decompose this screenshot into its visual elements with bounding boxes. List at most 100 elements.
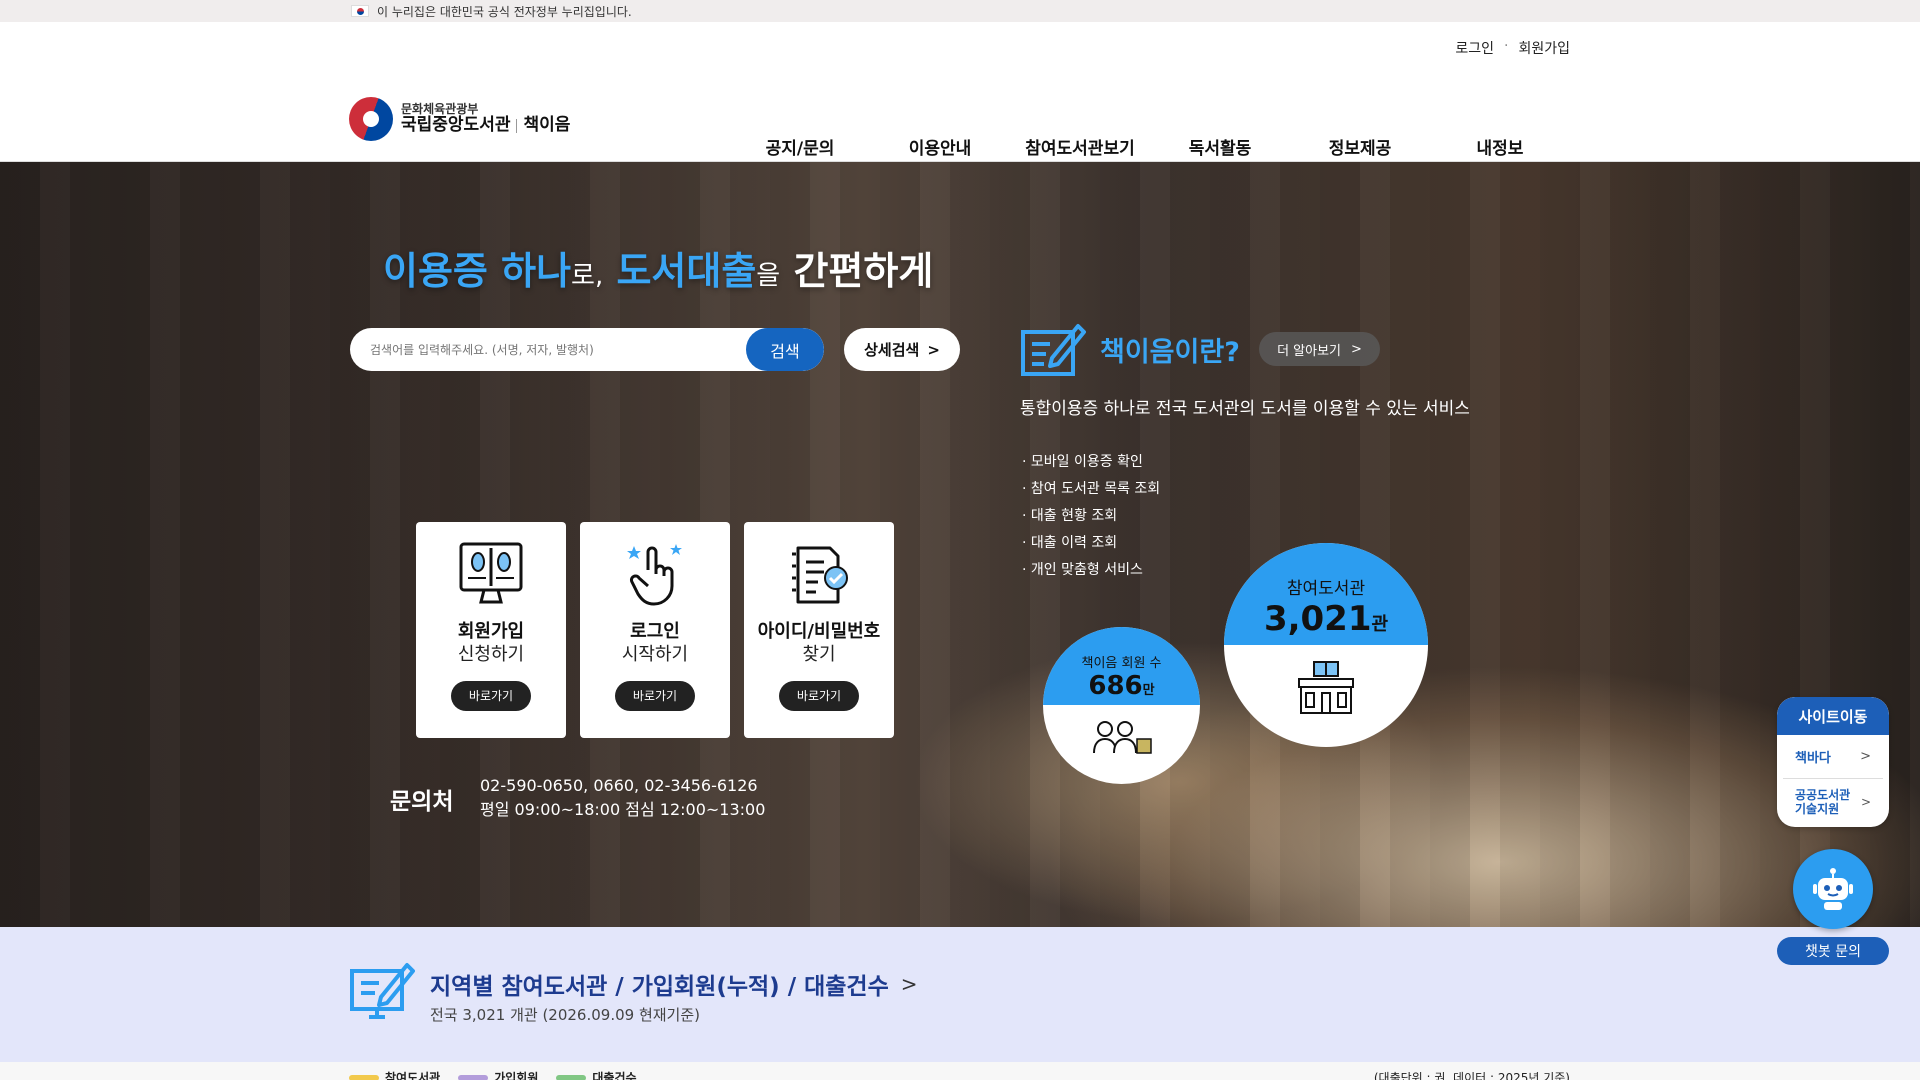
detail-search-button[interactable]: 상세검색 > xyxy=(844,328,960,371)
card-find-id-title: 아이디/비밀번호 xyxy=(757,621,881,642)
search-input[interactable] xyxy=(350,328,746,371)
government-emblem-icon xyxy=(349,97,393,141)
chevron-right-icon: > xyxy=(1860,749,1871,764)
libraries-value: 3,021 xyxy=(1263,599,1372,639)
headline-part5: 간편하게 xyxy=(793,249,934,293)
learn-more-label: 더 알아보기 xyxy=(1277,343,1342,359)
nav-notice[interactable]: 공지/문의 xyxy=(730,134,870,159)
members-label: 책이음 회원 수 xyxy=(1081,656,1162,671)
nav-libraries[interactable]: 참여도서관보기 xyxy=(1010,134,1150,159)
legend-item: 참여도서관 xyxy=(349,1069,440,1080)
util-separator: · xyxy=(1504,38,1509,54)
libraries-label: 참여도서관 xyxy=(1286,579,1366,599)
quick-link-chaekbada[interactable]: 책바다 > xyxy=(1783,735,1883,779)
chatbot-button[interactable] xyxy=(1793,849,1873,929)
util-links: 로그인 · 회원가입 xyxy=(1455,38,1570,58)
site-header: 문화체육관광부 국립중앙도서관 책이음 공지/문의 이용안내 참여도서관보기 독… xyxy=(0,22,1920,162)
feature-item: · 개인 맞춤형 서비스 xyxy=(1022,562,1143,578)
about-description: 통합이용증 하나로 전국 도서관의 도서를 이용할 수 있는 서비스 xyxy=(1020,399,1470,419)
region-title: 지역별 참여도서관 / 가입회원(누적) / 대출건수 xyxy=(430,974,889,1000)
members-unit: 만 xyxy=(1142,683,1155,698)
logo-service: 책이음 xyxy=(523,115,571,136)
nav-reading[interactable]: 독서활동 xyxy=(1150,134,1290,159)
chatbot-label[interactable]: 챗봇 문의 xyxy=(1777,937,1889,965)
members-stat: 책이음 회원 수 686만 xyxy=(1043,627,1200,784)
nav-mypage[interactable]: 내정보 xyxy=(1430,134,1570,159)
korea-flag-icon xyxy=(351,5,369,17)
hero-headline: 이용증 하나로, 도서대출을 간편하게 xyxy=(383,240,933,295)
region-subtitle: 전국 3,021 개관 (2026.09.09 현재기준) xyxy=(430,1006,701,1024)
library-building-icon xyxy=(1298,661,1354,714)
about-title: 책이음이란? xyxy=(1100,337,1240,368)
card-signup[interactable]: 회원가입 신청하기 바로가기 xyxy=(416,522,566,738)
card-find-id[interactable]: 아이디/비밀번호 찾기 바로가기 xyxy=(744,522,894,738)
people-icon xyxy=(1092,721,1152,754)
members-value: 686 xyxy=(1088,671,1143,701)
book-monitor-icon xyxy=(459,542,523,604)
card-login-button[interactable]: 바로가기 xyxy=(615,680,695,711)
chart-legend: 참여도서관 가입회원 대출건수 xyxy=(349,1069,637,1080)
legend-item: 가입회원 xyxy=(458,1069,538,1080)
headline-part1: 이용증 하나 xyxy=(383,249,572,293)
search-box: 검색 xyxy=(350,328,824,371)
card-login-title: 로그인 xyxy=(630,621,680,642)
card-signup-sub: 신청하기 xyxy=(457,644,525,666)
headline-part2: 로, xyxy=(571,261,604,291)
chevron-right-icon: > xyxy=(1351,341,1362,357)
chevron-right-icon: > xyxy=(1860,794,1871,809)
libraries-stat: 참여도서관 3,021관 xyxy=(1224,543,1428,747)
signup-link[interactable]: 회원가입 xyxy=(1518,38,1570,58)
feature-item: · 대출 이력 조회 xyxy=(1022,535,1118,551)
chevron-right-icon: > xyxy=(900,972,918,996)
quick-link-label: 공공도서관 기술지원 xyxy=(1795,787,1851,816)
card-find-id-button[interactable]: 바로가기 xyxy=(779,680,859,711)
headline-part4: 을 xyxy=(756,261,781,291)
libraries-unit: 관 xyxy=(1371,614,1389,635)
headline-part3: 도서대출 xyxy=(616,249,757,293)
legend-swatch xyxy=(458,1074,489,1080)
legend-note: (대출단위 : 권, 데이터 : 2025년 기준) xyxy=(1373,1071,1570,1080)
nav-info[interactable]: 정보제공 xyxy=(1290,134,1430,159)
legend-item: 대출건수 xyxy=(556,1069,637,1080)
edit-document-icon xyxy=(1021,324,1086,376)
chevron-right-icon: > xyxy=(927,340,940,359)
learn-more-button[interactable]: 더 알아보기 > xyxy=(1259,332,1380,366)
quick-link-label: 책바다 xyxy=(1795,751,1831,766)
search-button[interactable]: 검색 xyxy=(746,328,824,371)
logo-library: 국립중앙도서관 xyxy=(401,115,511,136)
feature-list: · 모바일 이용증 확인 · 참여 도서관 목록 조회 · 대출 현황 조회 ·… xyxy=(1022,449,1160,584)
hand-pointer-icon xyxy=(627,544,682,606)
hero-section: 이용증 하나로, 도서대출을 간편하게 검색 상세검색 > 회원가입 신청하기 … xyxy=(0,162,1920,927)
legend-swatch xyxy=(556,1074,587,1080)
region-section: 지역별 참여도서관 / 가입회원(누적) / 대출건수 > 전국 3,021 개… xyxy=(0,927,1920,1062)
contact-hours: 평일 09:00~18:00 점심 12:00~13:00 xyxy=(480,800,766,819)
logo-divider xyxy=(516,118,518,133)
region-stats-link[interactable]: 지역별 참여도서관 / 가입회원(누적) / 대출건수 > xyxy=(430,967,918,1001)
card-login-sub: 시작하기 xyxy=(621,644,689,666)
gov-banner: 이 누리집은 대한민국 공식 전자정부 누리집입니다. xyxy=(0,0,1920,22)
card-signup-title: 회원가입 xyxy=(457,621,525,642)
nav-guide[interactable]: 이용안내 xyxy=(870,134,1010,159)
monitor-edit-icon xyxy=(350,963,415,1019)
main-nav: 공지/문의 이용안내 참여도서관보기 독서활동 정보제공 내정보 xyxy=(730,134,1570,159)
gov-banner-text: 이 누리집은 대한민국 공식 전자정부 누리집입니다. xyxy=(377,4,632,19)
site-move-panel: 사이트이동 책바다 > 공공도서관 기술지원 > xyxy=(1777,697,1889,827)
card-login[interactable]: 로그인 시작하기 바로가기 xyxy=(580,522,730,738)
site-logo[interactable]: 문화체육관광부 국립중앙도서관 책이음 xyxy=(349,97,570,141)
legend-bar: 참여도서관 가입회원 대출건수 (대출단위 : 권, 데이터 : 2025년 기… xyxy=(0,1062,1920,1080)
contact-label: 문의처 xyxy=(390,789,454,815)
site-move-title[interactable]: 사이트이동 xyxy=(1777,697,1889,735)
feature-item: · 참여 도서관 목록 조회 xyxy=(1022,481,1161,497)
detail-search-label: 상세검색 xyxy=(864,341,920,359)
legend-label: 참여도서관 xyxy=(385,1071,441,1080)
feature-item: · 대출 현황 조회 xyxy=(1022,508,1118,524)
card-find-id-sub: 찾기 xyxy=(802,644,836,666)
feature-item: · 모바일 이용증 확인 xyxy=(1022,454,1143,470)
document-check-icon xyxy=(792,546,848,604)
quick-link-tech-support[interactable]: 공공도서관 기술지원 > xyxy=(1783,779,1883,825)
login-link[interactable]: 로그인 xyxy=(1455,38,1494,58)
contact-phone: 02-590-0650, 0660, 02-3456-6126 xyxy=(480,776,758,795)
legend-swatch xyxy=(349,1074,379,1080)
card-signup-button[interactable]: 바로가기 xyxy=(451,680,531,711)
legend-label: 대출건수 xyxy=(592,1071,637,1080)
